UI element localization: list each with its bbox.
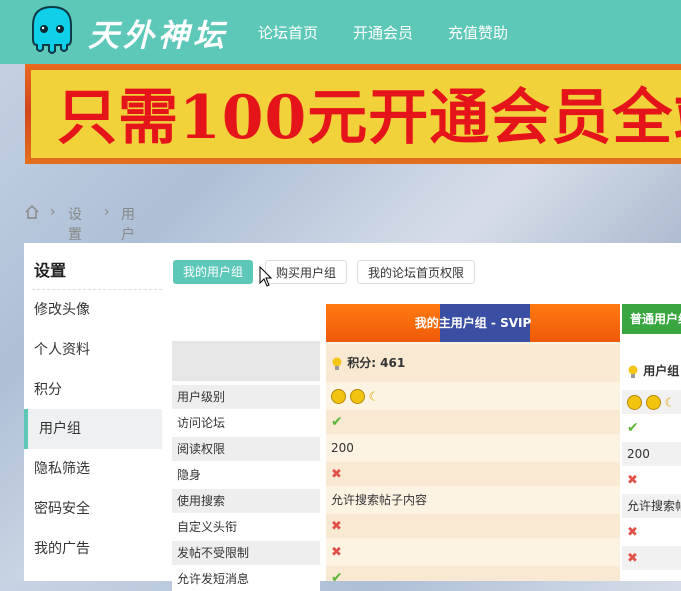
row-label-search: 使用搜索	[172, 489, 320, 513]
sidebar-item-usergroup[interactable]: 用户组	[24, 409, 162, 449]
home-icon[interactable]	[24, 204, 40, 220]
nav-vip[interactable]: 开通会员	[353, 22, 413, 43]
main-cell-custom-title: ✖	[326, 514, 620, 538]
normal-cell-search: 允许搜索帖子内容	[622, 494, 681, 518]
cross-icon: ✖	[331, 545, 342, 560]
check-icon: ✔	[627, 420, 639, 436]
top-bar: 天外神坛 论坛首页 开通会员 充值赞助	[0, 0, 681, 64]
mouse-cursor-icon	[259, 266, 273, 287]
row-label-invisible: 隐身	[172, 463, 320, 487]
level-face-icon	[627, 395, 642, 410]
main-group-column: 我的主用户组 - SVIP 积分: 461 ☾ ✔ 200 ✖ 允许搜索帖子内容…	[326, 304, 620, 581]
normal-cell-read: 200	[622, 442, 681, 466]
normal-group-points: 用户组	[622, 354, 681, 388]
row-label-pm: 允许发短消息	[172, 567, 320, 591]
level-face-icon	[349, 389, 365, 404]
main-group-header: 我的主用户组 - SVIP	[326, 304, 620, 342]
main-cell-level: ☾	[326, 384, 620, 408]
content-panel: 设置 修改头像 个人资料 积分 用户组 隐私筛选 密码安全 我的广告 我的用户组…	[24, 243, 681, 591]
tab-buy-usergroup[interactable]: 购买用户组	[265, 260, 348, 284]
sidebar-item-password[interactable]: 密码安全	[24, 489, 162, 529]
main-cell-visit: ✔	[326, 410, 620, 434]
sidebar-title: 设置	[34, 261, 67, 280]
main-cell-invisible: ✖	[326, 462, 620, 486]
settings-sidebar: 设置 修改头像 个人资料 积分 用户组 隐私筛选 密码安全 我的广告	[24, 243, 162, 581]
level-face-icon	[331, 389, 346, 404]
normal-cell-visit: ✔	[622, 416, 681, 440]
main-cell-pm: ✔	[326, 566, 620, 581]
sidebar-item-points[interactable]: 积分	[24, 370, 162, 410]
row-label-custom-title: 自定义头衔	[172, 515, 320, 539]
check-icon: ✔	[331, 570, 343, 581]
label-header-blank	[172, 341, 320, 381]
main-cell-post-unlimited: ✖	[326, 540, 620, 564]
bulb-icon	[332, 357, 342, 370]
nav-home[interactable]: 论坛首页	[258, 22, 318, 43]
normal-points-text: 用户组	[643, 364, 680, 378]
breadcrumb-separator: ›	[104, 204, 110, 220]
breadcrumb-separator: ›	[50, 204, 56, 220]
sidebar-item-privacy[interactable]: 隐私筛选	[24, 449, 162, 489]
banner-text: 只需100元开通会员全站	[57, 83, 681, 153]
sidebar-item-profile[interactable]: 个人资料	[24, 330, 162, 370]
cross-icon: ✖	[627, 525, 638, 540]
promo-banner[interactable]: 只需100元开通会员全站	[25, 64, 681, 164]
cross-icon: ✖	[627, 473, 638, 488]
sidebar-item-ads[interactable]: 我的广告	[24, 529, 162, 569]
site-logo-text[interactable]: 天外神坛	[88, 10, 228, 55]
level-moon-icon: ☾	[664, 395, 676, 410]
row-label-post-unlimited: 发帖不受限制	[172, 541, 320, 565]
cross-icon: ✖	[331, 467, 342, 482]
logo-mascot-icon[interactable]	[27, 5, 77, 55]
main-cell-read: 200	[331, 441, 354, 455]
normal-group-title: 普通用户组	[622, 304, 681, 334]
level-face-icon	[645, 395, 661, 410]
main-group-points: 积分: 461	[326, 344, 620, 382]
normal-cell-level: ☾	[622, 390, 681, 414]
bulb-icon	[628, 365, 638, 378]
normal-cell-custom-title: ✖	[622, 520, 681, 544]
check-icon: ✔	[331, 414, 343, 430]
level-moon-icon: ☾	[368, 389, 380, 404]
normal-group-column: 普通用户组 用户组 ☾ ✔ 200 ✖ 允许搜索帖子内容 ✖ ✖	[622, 304, 681, 581]
normal-cell-post-unlimited: ✖	[622, 546, 681, 570]
cross-icon: ✖	[627, 551, 638, 566]
tab-my-usergroup[interactable]: 我的用户组	[173, 260, 254, 284]
tab-forum-home-permission[interactable]: 我的论坛首页权限	[357, 260, 476, 284]
nav-recharge[interactable]: 充值赞助	[448, 22, 508, 43]
row-label-visit: 访问论坛	[172, 411, 320, 435]
sidebar-item-avatar[interactable]: 修改头像	[24, 290, 162, 330]
normal-cell-invisible: ✖	[622, 468, 681, 492]
main-group-title: 我的主用户组 - SVIP	[414, 316, 532, 330]
cross-icon: ✖	[331, 519, 342, 534]
points-text: 积分: 461	[347, 356, 406, 370]
banner-inner: 只需100元开通会员全站	[31, 70, 681, 158]
breadcrumb-settings[interactable]: 设置	[68, 204, 82, 244]
row-label-read: 阅读权限	[172, 437, 320, 461]
main-cell-search: 允许搜索帖子内容	[331, 493, 428, 507]
row-label-level: 用户级别	[172, 385, 320, 409]
